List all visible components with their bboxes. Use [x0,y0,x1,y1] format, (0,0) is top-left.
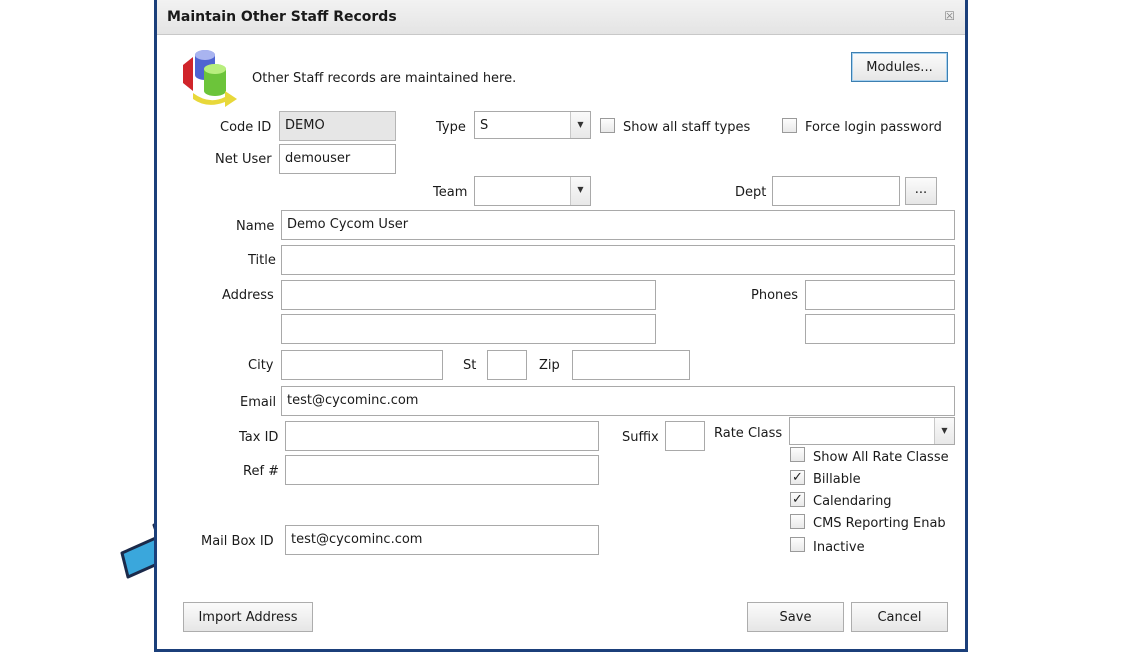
calendaring-checkbox[interactable]: ✓ [790,492,805,507]
billable-label: Billable [813,472,861,487]
state-label: St [463,358,477,373]
email-label: Email [240,395,277,410]
tax-id-field[interactable] [285,421,599,451]
type-dropdown[interactable]: S ▼ [474,111,591,139]
ref-label: Ref # [243,464,280,479]
mailbox-id-label: Mail Box ID [201,534,274,549]
city-field[interactable] [281,350,443,380]
inactive-label: Inactive [813,540,865,555]
net-user-field[interactable]: demouser [279,144,396,174]
chevron-down-icon: ▼ [934,418,954,444]
force-login-password-label: Force login password [805,120,942,135]
code-id-label: Code ID [220,120,272,135]
chevron-down-icon: ▼ [570,112,590,138]
dept-browse-button[interactable]: ... [905,177,937,205]
dept-label: Dept [735,185,767,200]
address-line2-field[interactable] [281,314,656,344]
city-label: City [248,358,274,373]
phone2-field[interactable] [805,314,955,344]
dept-field[interactable] [772,176,900,206]
database-icon [183,50,237,107]
email-field[interactable]: test@cycominc.com [281,386,955,416]
address-line1-field[interactable] [281,280,656,310]
suffix-field[interactable] [665,421,705,451]
save-button[interactable]: Save [747,602,844,632]
net-user-label: Net User [215,152,272,167]
title-label: Title [248,253,276,268]
phones-label: Phones [751,288,799,303]
window-title: Maintain Other Staff Records [167,9,397,25]
show-all-staff-types-checkbox[interactable] [600,118,615,133]
cms-reporting-label: CMS Reporting Enab [813,516,946,531]
show-all-rate-classes-label: Show All Rate Classe [813,450,949,465]
staff-records-dialog: Maintain Other Staff Records ☒ Other Sta… [154,0,968,652]
address-label: Address [222,288,274,303]
title-field[interactable] [281,245,955,275]
zip-label: Zip [539,358,560,373]
cancel-button[interactable]: Cancel [851,602,948,632]
force-login-password-checkbox[interactable] [782,118,797,133]
calendaring-label: Calendaring [813,494,892,509]
type-value: S [480,118,489,133]
suffix-label: Suffix [622,430,659,445]
zip-field[interactable] [572,350,690,380]
ref-field[interactable] [285,455,599,485]
rate-class-dropdown[interactable]: ▼ [789,417,955,445]
check-icon: ✓ [792,470,803,485]
import-address-button[interactable]: Import Address [183,602,313,632]
check-icon: ✓ [792,492,803,507]
show-all-rate-classes-checkbox[interactable] [790,447,805,462]
name-field[interactable]: Demo Cycom User [281,210,955,240]
show-all-staff-types-label: Show all staff types [623,120,751,135]
mailbox-id-field[interactable]: test@cycominc.com [285,525,599,555]
rate-class-label: Rate Class [714,426,783,441]
name-label: Name [236,219,275,234]
tax-id-label: Tax ID [239,430,279,445]
phone1-field[interactable] [805,280,955,310]
cms-reporting-checkbox[interactable] [790,514,805,529]
chevron-down-icon: ▼ [570,177,590,205]
state-field[interactable] [487,350,527,380]
team-dropdown[interactable]: ▼ [474,176,591,206]
modules-button[interactable]: Modules... [851,52,948,82]
billable-checkbox[interactable]: ✓ [790,470,805,485]
type-label: Type [436,120,466,135]
inactive-checkbox[interactable] [790,537,805,552]
code-id-field: DEMO [279,111,396,141]
close-icon[interactable]: ☒ [944,9,955,23]
title-bar: Maintain Other Staff Records ☒ [157,0,965,35]
team-label: Team [433,185,468,200]
header-description: Other Staff records are maintained here. [252,71,517,86]
